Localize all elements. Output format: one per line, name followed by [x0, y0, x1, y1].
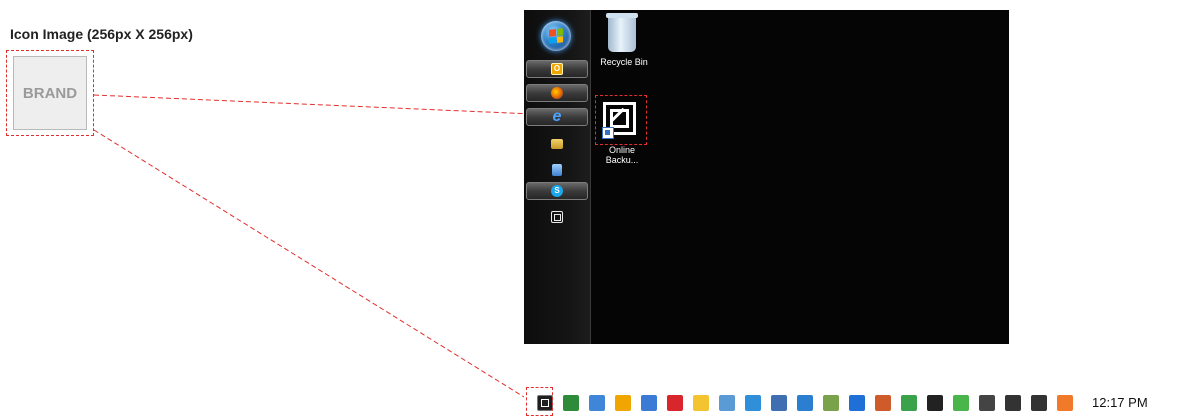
brand-placeholder: BRAND — [13, 56, 87, 130]
online-backup-icon — [551, 211, 563, 223]
sidebar-item-online-backup[interactable] — [526, 208, 588, 226]
online-backup-label: Online Backu... — [594, 145, 650, 165]
wireless-icon[interactable] — [901, 394, 917, 411]
desktop-screenshot: Oe S Recycle Bin Online Backu... — [524, 10, 1009, 344]
vertical-taskbar: Oe S — [524, 10, 591, 344]
online-backup-label-line2: Backu... — [605, 155, 639, 165]
app-tray-icon-3[interactable] — [641, 394, 657, 411]
page-title: Icon Image (256px X 256px) — [10, 26, 193, 42]
app-tray-icon-12[interactable] — [1057, 394, 1073, 411]
app-tray-icon-5[interactable] — [693, 394, 709, 411]
power-icon[interactable] — [979, 394, 995, 411]
connector-to-tray-icon — [93, 129, 525, 398]
recycle-bin-icon[interactable] — [606, 13, 638, 52]
recycle-bin-label: Recycle Bin — [600, 57, 648, 67]
security-check-icon[interactable] — [953, 394, 969, 411]
clock[interactable]: 12:17 PM — [1092, 395, 1148, 410]
outlook-icon: O — [551, 63, 563, 75]
app-tray-icon-2[interactable] — [589, 394, 605, 411]
sidebar-item-folder[interactable] — [526, 135, 588, 153]
start-button[interactable] — [541, 21, 571, 51]
signal-bars-icon[interactable] — [1005, 394, 1021, 411]
brand-label: BRAND — [22, 84, 78, 102]
app-tray-icon-4[interactable] — [667, 394, 683, 411]
internet-explorer-icon: e — [552, 108, 562, 125]
sidebar-item-internet-explorer[interactable]: e — [526, 108, 588, 126]
app-tray-icon-1[interactable] — [563, 394, 579, 411]
bluetooth-icon[interactable] — [849, 394, 865, 411]
outlook-tray-icon[interactable] — [615, 394, 631, 411]
system-tray-taskbar: 12:17 PM — [524, 387, 1182, 418]
app-tray-icon-6[interactable] — [719, 394, 735, 411]
app-tray-icon-11[interactable] — [875, 394, 891, 411]
folder-icon — [551, 139, 563, 149]
sidebar-item-skype[interactable]: S — [526, 182, 588, 200]
volume-icon[interactable] — [1031, 394, 1047, 411]
firefox-icon — [551, 87, 563, 99]
app-tray-icon-9[interactable] — [797, 394, 813, 411]
app-tray-icon-7[interactable] — [745, 394, 761, 411]
shortcut-arrow-icon — [602, 127, 614, 139]
sidebar-item-firefox[interactable] — [526, 84, 588, 102]
app-tray-icon-8[interactable] — [771, 394, 787, 411]
skype-icon: S — [551, 185, 563, 197]
notes-icon — [552, 164, 562, 176]
tray-highlight-frame — [526, 387, 553, 416]
app-tray-icon-10[interactable] — [823, 394, 839, 411]
sidebar-item-notes[interactable] — [526, 161, 588, 179]
online-backup-label-line1: Online — [608, 145, 635, 155]
action-center-flag-icon[interactable] — [927, 394, 943, 411]
windows-logo-icon — [549, 28, 563, 44]
sidebar-item-outlook[interactable]: O — [526, 60, 588, 78]
